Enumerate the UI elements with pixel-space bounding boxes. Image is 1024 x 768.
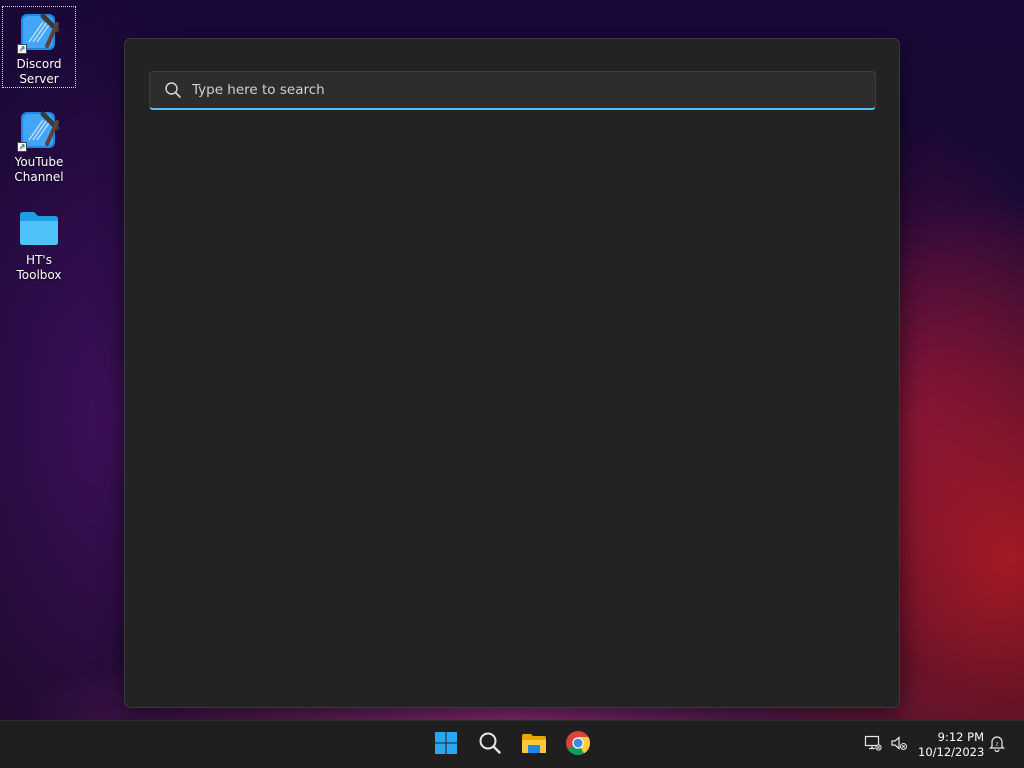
network-disconnected-icon <box>864 734 882 756</box>
clock-date: 10/12/2023 <box>918 745 985 759</box>
search-icon <box>478 731 502 759</box>
desktop-icon-label: Discord <box>16 57 62 71</box>
folder-icon <box>17 206 61 250</box>
start-button[interactable] <box>426 727 466 763</box>
desktop-icon-label: Channel <box>14 170 64 184</box>
clock-time: 9:12 PM <box>937 730 984 744</box>
desktop-icon-hts-toolbox[interactable]: HT's Toolbox <box>2 202 76 282</box>
notification-bell-icon: z <box>988 734 1006 756</box>
folder-icon <box>521 731 547 759</box>
desktop-icon-discord-server[interactable]: ↗ Discord Server <box>2 6 76 88</box>
desktop-icon-youtube-channel[interactable]: ↗ YouTube Channel <box>2 104 76 186</box>
search-icon <box>164 81 182 99</box>
windows-logo-icon <box>434 731 458 759</box>
tool-shortcut-icon: ↗ <box>17 10 61 54</box>
tool-shortcut-icon: ↗ <box>17 108 61 152</box>
notification-button[interactable]: z <box>984 727 1010 763</box>
volume-muted-icon <box>890 734 908 756</box>
chrome-icon <box>565 730 591 760</box>
search-input[interactable] <box>192 82 875 98</box>
file-explorer-button[interactable] <box>514 727 554 763</box>
network-tray-button[interactable] <box>860 727 886 763</box>
chrome-button[interactable] <box>558 727 598 763</box>
desktop-icon-label: HT's Toolbox <box>16 253 62 282</box>
volume-tray-button[interactable] <box>886 727 912 763</box>
search-flyout <box>124 38 900 708</box>
shortcut-arrow-icon: ↗ <box>17 44 27 54</box>
taskbar-search-button[interactable] <box>470 727 510 763</box>
desktop-icon-label: Server <box>19 72 59 86</box>
taskbar: 9:12 PM 10/12/2023 z <box>0 720 1024 768</box>
shortcut-arrow-icon: ↗ <box>17 142 27 152</box>
svg-text:z: z <box>996 742 999 748</box>
desktop-icon-label: YouTube <box>14 155 64 169</box>
search-box[interactable] <box>149 71 876 110</box>
clock[interactable]: 9:12 PM 10/12/2023 <box>918 730 984 760</box>
